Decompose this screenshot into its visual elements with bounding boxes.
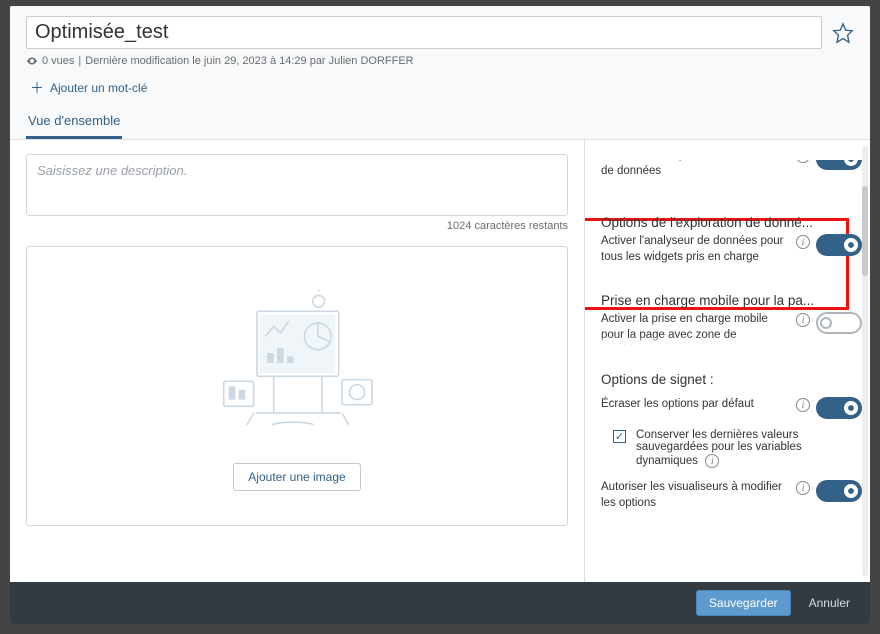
description-input[interactable]: Saisissez une description. <box>26 154 568 216</box>
left-panel: Saisissez une description. 1024 caractèr… <box>10 140 584 582</box>
data-change-label: Activer les analyses de modifications de… <box>601 148 790 179</box>
cancel-button[interactable]: Annuler <box>801 590 858 616</box>
bookmark-overwrite-label: Écraser les options par défaut <box>601 397 790 413</box>
toggle-bookmark-overwrite[interactable] <box>816 397 862 419</box>
info-icon[interactable]: i <box>796 149 810 163</box>
toggle-mobile[interactable] <box>816 312 862 334</box>
add-image-button[interactable]: Ajouter une image <box>233 463 360 491</box>
section-title-explore: Options de l'exploration de donné... <box>601 215 862 230</box>
section-mobile: Prise en charge mobile pour la pa... Act… <box>601 293 862 350</box>
last-modified: Dernière modification le juin 29, 2023 à… <box>85 55 413 67</box>
scrollbar[interactable] <box>862 146 868 576</box>
header: 0 vues | Dernière modification le juin 2… <box>10 6 870 140</box>
data-explore-label: Activer l'analyseur de données pour tous… <box>601 234 790 265</box>
right-panel: Activer les analyses de modifications de… <box>584 140 870 582</box>
info-icon[interactable]: i <box>705 454 719 468</box>
info-icon[interactable]: i <box>796 481 810 495</box>
char-count: 1024 caractères restants <box>26 220 568 232</box>
meta-row: 0 vues | Dernière modification le juin 2… <box>26 55 854 67</box>
views-count: 0 vues <box>42 55 74 67</box>
title-input[interactable] <box>26 16 822 49</box>
section-data-explore: Options de l'exploration de donné... Act… <box>601 215 862 265</box>
eye-icon <box>26 55 38 67</box>
tab-overview[interactable]: Vue d'ensemble <box>26 113 122 139</box>
info-icon[interactable]: i <box>796 398 810 412</box>
plus-icon: ＋ <box>30 81 44 95</box>
footer: Sauvegarder Annuler <box>10 582 870 624</box>
add-keyword-label: Ajouter un mot-clé <box>50 81 147 95</box>
toggle-data-change[interactable] <box>816 148 862 170</box>
settings-modal: 0 vues | Dernière modification le juin 2… <box>10 6 870 624</box>
bookmark-allow-viewers-label: Autoriser les visualiseurs à modifier le… <box>601 480 790 511</box>
section-data-change: Activer les analyses de modifications de… <box>601 146 862 179</box>
checkbox-icon[interactable]: ✓ <box>613 430 626 443</box>
info-icon[interactable]: i <box>796 235 810 249</box>
toggle-bookmark-allow-viewers[interactable] <box>816 480 862 502</box>
info-icon[interactable]: i <box>796 313 810 327</box>
toggle-data-explore[interactable] <box>816 234 862 256</box>
mobile-label: Activer la prise en charge mobile pour l… <box>601 312 790 350</box>
bookmark-keep-values-row[interactable]: ✓ Conserver les dernières valeurs sauveg… <box>613 429 862 468</box>
chart-placeholder-icon <box>197 283 397 443</box>
save-button[interactable]: Sauvegarder <box>696 590 791 616</box>
favorite-star-icon[interactable] <box>832 22 854 44</box>
section-bookmark: Options de signet : Écraser les options … <box>601 372 862 511</box>
add-keyword-button[interactable]: ＋ Ajouter un mot-clé <box>26 81 147 95</box>
section-title-bookmark: Options de signet : <box>601 372 862 387</box>
image-card: Ajouter une image <box>26 246 568 526</box>
section-title-mobile: Prise en charge mobile pour la pa... <box>601 293 862 308</box>
